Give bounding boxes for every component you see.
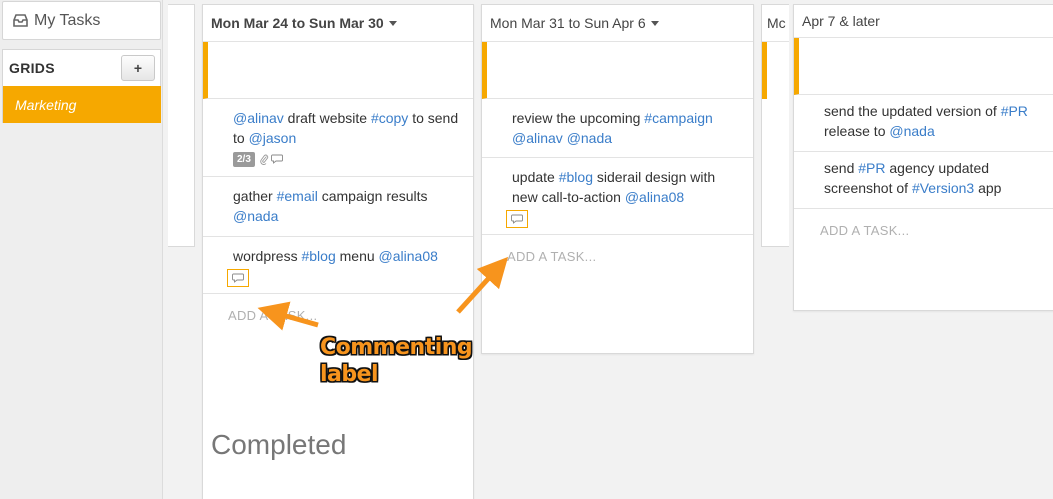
hashtag-link[interactable]: #campaign (644, 110, 713, 126)
column-header[interactable]: Mon Mar 31 to Sun Apr 6 (482, 5, 753, 42)
sidebar: My Tasks GRIDS + Marketing (0, 0, 163, 499)
hashtag-link[interactable]: #blog (559, 169, 593, 185)
mention-link[interactable]: @alina08 (625, 189, 684, 205)
paperclip-icon (260, 154, 269, 165)
later-column: Apr 7 & later send the updated version o… (793, 4, 1053, 311)
task-card[interactable]: gather #email campaign results @nada (203, 177, 473, 237)
hashtag-link[interactable]: #email (277, 188, 318, 204)
annotation-line-2: label (320, 362, 379, 387)
mention-link[interactable]: @alina08 (379, 248, 438, 264)
grids-panel: GRIDS + Marketing (2, 49, 161, 123)
mention-link[interactable]: @nada (567, 130, 612, 146)
drop-zone[interactable] (203, 42, 473, 99)
hashtag-link[interactable]: #PR (858, 160, 885, 176)
column-title: Mon Mar 31 to Sun Apr 6 (490, 15, 646, 31)
task-text-fragment: send (824, 160, 859, 176)
add-task-button[interactable]: ADD A TASK... (203, 294, 473, 323)
column-title: Apr 7 & later (802, 13, 880, 29)
drop-zone[interactable] (794, 38, 1053, 95)
inbox-icon (13, 14, 28, 27)
task-text: send #PR agency updated screenshot of #V… (824, 158, 1045, 198)
my-tasks-label: My Tasks (34, 11, 101, 29)
task-text-fragment: app (974, 180, 1002, 196)
annotation-line-1: Commenting (320, 335, 473, 360)
task-text-fragment: campaign results (317, 188, 428, 204)
mention-link[interactable]: @alinav (512, 130, 563, 146)
comment-label-icon[interactable] (227, 269, 249, 287)
hashtag-link[interactable]: #Version3 (912, 180, 974, 196)
task-card[interactable]: review the upcoming #campaign @alinav @n… (482, 99, 753, 158)
task-text-fragment: release to (824, 123, 890, 139)
task-text-fragment: wordpress (233, 248, 302, 264)
task-card[interactable]: send #PR agency updated screenshot of #V… (794, 152, 1053, 209)
add-task-button[interactable]: ADD A TASK... (482, 235, 753, 264)
sidebar-item-marketing[interactable]: Marketing (3, 86, 161, 123)
task-meta: 2/3 (233, 150, 463, 168)
hashtag-link[interactable]: #PR (1001, 103, 1028, 119)
task-text: review the upcoming #campaign @alinav @n… (512, 108, 743, 148)
chevron-down-icon[interactable] (388, 20, 397, 26)
task-text-fragment: gather (233, 188, 277, 204)
add-task-button[interactable]: ADD A TASK... (794, 209, 1053, 238)
my-tasks-button[interactable]: My Tasks (2, 1, 161, 40)
partial-column-left (168, 4, 195, 247)
column-header[interactable]: Mon Mar 24 to Sun Mar 30 (203, 5, 473, 42)
task-text: update #blog siderail design with new ca… (512, 167, 743, 207)
comment-icon (270, 154, 283, 164)
comment-label-icon[interactable] (506, 210, 528, 228)
task-text: wordpress #blog menu @alina08 (233, 246, 463, 266)
task-text: send the updated version of #PR release … (824, 101, 1045, 141)
task-text: @alinav draft website #copy to send to @… (233, 108, 463, 148)
week-column: Mon Mar 24 to Sun Mar 30 @alinav draft w… (202, 4, 474, 499)
task-card[interactable]: @alinav draft website #copy to send to @… (203, 99, 473, 177)
chevron-down-icon[interactable] (650, 20, 659, 26)
mention-link[interactable]: @jason (249, 130, 297, 146)
task-text-fragment: draft website (283, 110, 371, 126)
column-header[interactable]: Apr 7 & later (794, 5, 1053, 38)
task-text-fragment: send the updated version of (824, 103, 1001, 119)
add-grid-button[interactable]: + (121, 54, 155, 81)
task-text-fragment: menu (335, 248, 379, 264)
mention-link[interactable]: @alinav (233, 110, 284, 126)
task-text-fragment: review the upcoming (512, 110, 645, 126)
completed-heading: Completed (211, 429, 347, 460)
mention-link[interactable]: @nada (889, 123, 934, 139)
comment-icon (232, 273, 244, 283)
subtask-count-badge: 2/3 (233, 151, 255, 167)
grids-title: GRIDS (9, 59, 55, 76)
task-text-fragment: update (512, 169, 559, 185)
comment-icon (511, 214, 523, 224)
annotation-callout: Commenting label (320, 334, 473, 388)
task-card[interactable]: send the updated version of #PR release … (794, 95, 1053, 152)
task-card[interactable]: wordpress #blog menu @alina08 (203, 237, 473, 294)
mention-link[interactable]: @nada (233, 208, 278, 224)
task-text: gather #email campaign results @nada (233, 186, 463, 226)
week-column: Mon Mar 31 to Sun Apr 6 review the upcom… (481, 4, 754, 354)
hashtag-link[interactable]: #copy (371, 110, 408, 126)
task-card[interactable]: update #blog siderail design with new ca… (482, 158, 753, 235)
partial-column-middle: Mc (761, 4, 789, 247)
partial-column-title: Mc (762, 5, 789, 42)
drop-zone[interactable] (482, 42, 753, 99)
column-title: Mon Mar 24 to Sun Mar 30 (211, 15, 384, 31)
hashtag-link[interactable]: #blog (301, 248, 335, 264)
